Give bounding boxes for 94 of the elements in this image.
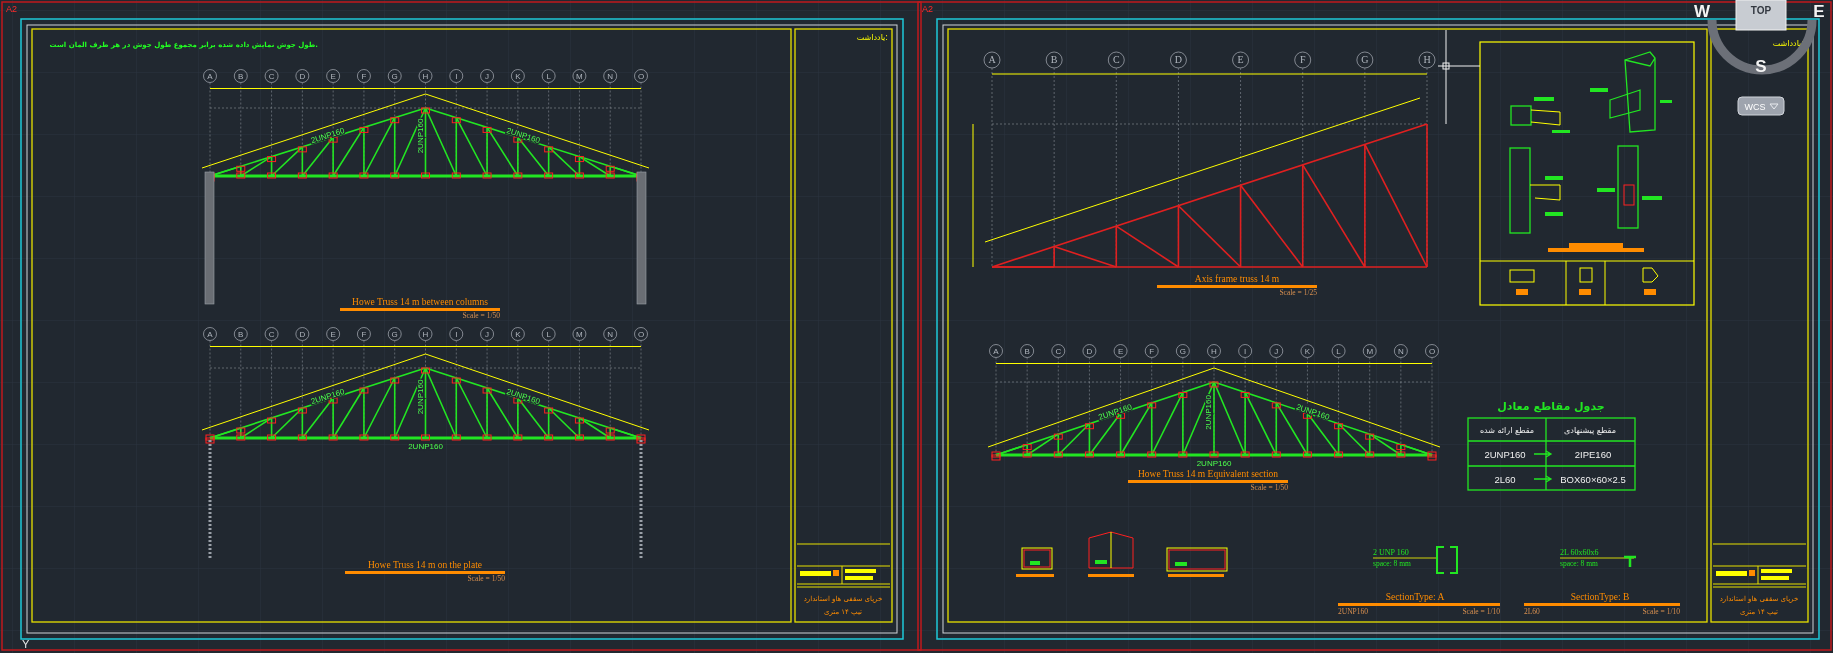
axis-bubble: J: [1269, 344, 1284, 358]
axis-bubble: M: [572, 327, 587, 341]
section-profile-drawing: [1016, 547, 1054, 577]
drawing-title: Howe Truss 14 m Equivalent section: [1137, 469, 1279, 479]
axis-bubble: G: [1356, 51, 1374, 69]
axis-bubble: I: [449, 327, 464, 341]
member-label: 2UNP160: [415, 379, 425, 415]
legend-bar: [845, 569, 876, 573]
drawing-title: Howe Truss 14 m on the plate: [368, 560, 482, 570]
axis-bubble: J: [480, 327, 494, 341]
legend-bar: [1749, 570, 1755, 576]
axis-bubble: E: [326, 69, 341, 83]
axis-bubble: C: [1107, 51, 1125, 69]
table-cell: 2UNP160: [1484, 449, 1526, 460]
legend-bar: [1761, 569, 1792, 573]
section-profile-drawing: [1088, 531, 1134, 577]
axis-bubble: A: [989, 344, 1003, 358]
axis-bubble: K: [510, 327, 525, 341]
axis-bubble: B: [1020, 344, 1035, 358]
table-title: جدول مقاطع معادل: [1497, 400, 1605, 413]
axis-bubble: H: [418, 69, 433, 83]
legend-bar: [800, 571, 831, 576]
axis-bubble: F: [1144, 344, 1159, 358]
axis-bubble: G: [1175, 344, 1190, 358]
section-profile-drawing: [1166, 547, 1228, 577]
axis-bubble: O: [634, 327, 648, 341]
drawing-title: Axis frame truss 14 m: [1194, 274, 1280, 284]
table-header: مقطع پیشنهادی: [1564, 426, 1616, 435]
axis-bubble: B: [233, 327, 248, 341]
member-label: 2UNP160: [408, 442, 443, 451]
legend-bar: [845, 576, 873, 580]
section-title: SectionType: A: [1385, 592, 1445, 602]
member-label: 2UNP160: [1196, 459, 1232, 468]
profile-label: 2 UNP 160: [1373, 548, 1409, 557]
axis-bubble: D: [295, 327, 310, 341]
axis-bubble: K: [510, 69, 525, 83]
compass-label: W: [1694, 2, 1710, 21]
axis-bubble: L: [1331, 344, 1346, 358]
axis-bubble: C: [1051, 344, 1066, 358]
axis-bubble: D: [1170, 51, 1187, 69]
section-title: SectionType: B: [1570, 592, 1630, 602]
axis-bubble: A: [983, 51, 1001, 69]
axis-bubble: F: [357, 69, 371, 83]
sheet-size-label: A2: [6, 4, 17, 14]
viewcube-top-face[interactable]: TOP: [1735, 0, 1787, 31]
axis-bubble: N: [1393, 344, 1408, 358]
axis-bubble: A: [203, 327, 217, 341]
notes-heading: یادداشت:: [1772, 39, 1804, 48]
axis-bubble: D: [295, 69, 310, 83]
axis-bubble: I: [449, 69, 464, 83]
axis-bubble: H: [1418, 51, 1436, 69]
axis-bubble: K: [1300, 344, 1315, 358]
compass-label: S: [1755, 57, 1767, 76]
axis-bubble: B: [1045, 51, 1063, 69]
axis-bubble: E: [1232, 51, 1249, 69]
member-label: 2UNP160: [415, 118, 425, 154]
axis-bubble: D: [1082, 344, 1097, 358]
axis-bubble: G: [387, 327, 402, 341]
compass-label: E: [1813, 2, 1825, 21]
sheet-size-label: A2: [922, 4, 933, 14]
axis-bubble: E: [1113, 344, 1128, 358]
axis-bubble: H: [418, 327, 433, 341]
axis-bubble: O: [1425, 344, 1439, 358]
axis-bubble: B: [233, 69, 248, 83]
axis-bubble: N: [603, 69, 618, 83]
axis-bubble: I: [1238, 344, 1253, 358]
profile-label: 2L 60x60x6: [1560, 548, 1599, 557]
axis-bubble: F: [357, 327, 371, 341]
axis-bubble: H: [1207, 344, 1221, 358]
axis-bubble: N: [603, 327, 618, 341]
axis-bubble: L: [541, 327, 556, 341]
drawing-title: Howe Truss 14 m between columns: [352, 297, 488, 307]
axis-bubble: C: [264, 327, 279, 341]
ucs-axis-label: Y: [22, 638, 30, 650]
member-label: 2UNP160: [1204, 395, 1213, 430]
axis-bubble: M: [572, 69, 587, 83]
axis-bubble: F: [1294, 51, 1312, 69]
axis-bubble: A: [203, 69, 217, 83]
axis-bubble: J: [480, 69, 494, 83]
table-cell: BOX60×60×2.5: [1560, 474, 1626, 485]
notes-heading: یادداشت:: [856, 33, 888, 42]
axis-bubble: L: [541, 69, 556, 83]
axis-bubble: C: [264, 69, 279, 83]
axis-bubble: E: [326, 327, 341, 341]
legend-bar: [833, 570, 839, 576]
axis-bubble: O: [634, 69, 648, 83]
legend-bar: [1761, 576, 1789, 580]
table-cell: 2L60: [1494, 474, 1516, 485]
legend-bar: [1716, 571, 1747, 576]
axis-bubble: M: [1362, 344, 1377, 358]
crosshair-cursor-icon: [1437, 29, 1481, 125]
axis-bubble: G: [387, 69, 402, 83]
table-cell: 2IPE160: [1574, 449, 1612, 460]
table-header: مقطع ارائه شده: [1479, 426, 1535, 435]
